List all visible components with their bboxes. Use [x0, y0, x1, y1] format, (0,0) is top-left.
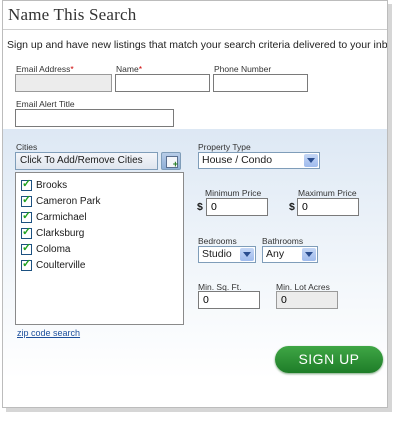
city-item[interactable]: Coulterville — [21, 258, 85, 273]
city-picker-button[interactable]: + — [161, 152, 181, 170]
city-item[interactable]: Clarksburg — [21, 226, 84, 241]
property-type-select[interactable]: House / Condo — [198, 152, 320, 169]
max-price-currency: $ — [289, 201, 295, 213]
min-price-currency: $ — [197, 201, 203, 213]
min-sqft-field[interactable] — [198, 291, 260, 309]
city-item[interactable]: Brooks — [21, 178, 67, 193]
city-list: Brooks Cameron Park Carmichael Clarksbur… — [15, 172, 184, 325]
phone-label: Phone Number — [214, 64, 272, 74]
title-divider — [3, 29, 387, 30]
checkbox-checked-icon[interactable] — [21, 194, 32, 207]
checkbox-checked-icon[interactable] — [21, 226, 32, 239]
chevron-down-icon — [302, 248, 316, 261]
city-item[interactable]: Carmichael — [21, 210, 87, 225]
checkbox-checked-icon[interactable] — [21, 178, 32, 191]
city-item[interactable]: Coloma — [21, 242, 70, 257]
alert-title-label: Email Alert Title — [16, 99, 75, 109]
max-price-label: Maximum Price — [298, 188, 357, 198]
sign-up-button[interactable]: SIGN UP — [275, 346, 383, 373]
email-field[interactable] — [15, 74, 112, 92]
min-lot-field[interactable] — [276, 291, 338, 309]
bathrooms-select[interactable]: Any — [262, 246, 318, 263]
chevron-down-icon — [240, 248, 254, 261]
min-price-field[interactable] — [206, 198, 268, 216]
email-label: Email Address* — [16, 64, 74, 74]
checkbox-checked-icon[interactable] — [21, 242, 32, 255]
cities-label: Cities — [16, 142, 38, 152]
bedrooms-select[interactable]: Studio — [198, 246, 256, 263]
checkbox-checked-icon[interactable] — [21, 210, 32, 223]
name-field[interactable] — [115, 74, 210, 92]
max-price-field[interactable] — [297, 198, 359, 216]
alert-title-field[interactable] — [15, 109, 174, 127]
chevron-down-icon — [304, 154, 318, 167]
bedrooms-label: Bedrooms — [198, 236, 237, 246]
checkbox-checked-icon[interactable] — [21, 258, 32, 271]
bathrooms-label: Bathrooms — [262, 236, 304, 246]
min-price-label: Minimum Price — [205, 188, 262, 198]
name-search-dialog: Name This Search Sign up and have new li… — [2, 0, 388, 408]
property-type-label: Property Type — [198, 142, 251, 152]
plus-icon: + — [172, 159, 178, 169]
dialog-title: Name This Search — [8, 5, 137, 24]
phone-field[interactable] — [213, 74, 308, 92]
zip-code-search-link[interactable]: zip code search — [17, 328, 80, 338]
name-label: Name* — [116, 64, 142, 74]
add-remove-cities-button[interactable]: Click To Add/Remove Cities — [15, 152, 158, 170]
city-item[interactable]: Cameron Park — [21, 194, 100, 209]
intro-text: Sign up and have new listings that match… — [7, 39, 388, 51]
